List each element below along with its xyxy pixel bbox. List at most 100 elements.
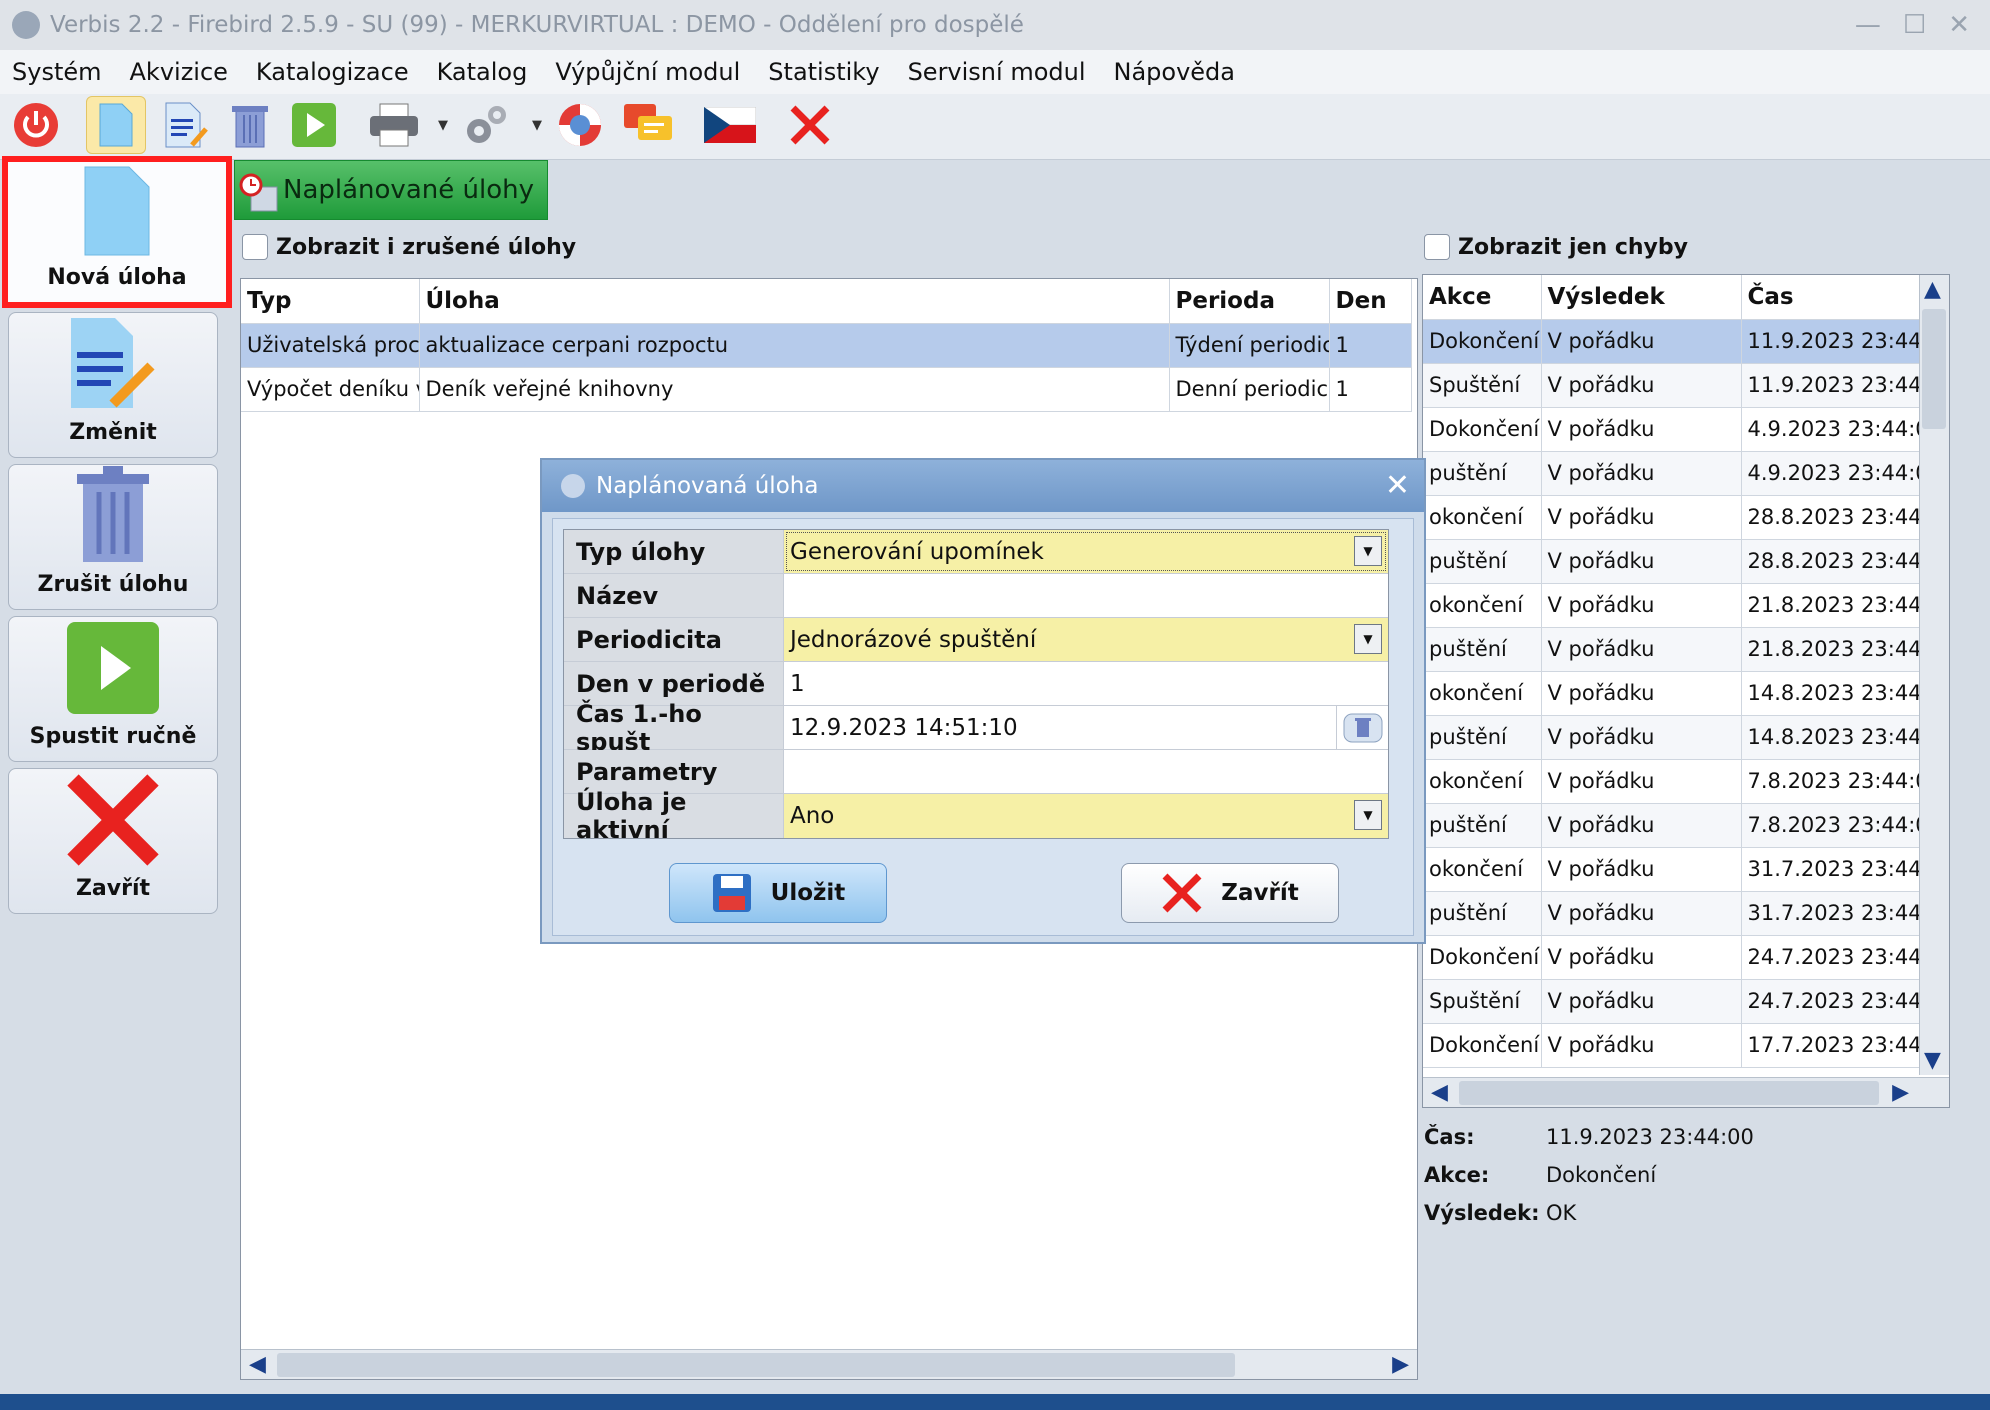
scroll-right-icon[interactable]: ▶	[1892, 1080, 1909, 1105]
table-cell: 24.7.2023 23:44:	[1741, 979, 1920, 1024]
run-task-toolbar-button[interactable]	[284, 96, 344, 154]
table-row[interactable]: Dokončení V pořádku 24.7.2023 23:44:	[1423, 935, 1920, 980]
menu-vypujcni-modul[interactable]: Výpůjční modul	[555, 58, 740, 86]
scroll-left-icon[interactable]: ◀	[1431, 1080, 1448, 1105]
new-task-toolbar-button[interactable]	[86, 96, 146, 154]
active-value: Ano	[790, 803, 835, 829]
settings-button[interactable]	[456, 96, 516, 154]
help-button[interactable]	[550, 96, 610, 154]
day-in-period-field[interactable]: 1	[784, 662, 1388, 705]
table-cell: 28.8.2023 23:44:	[1741, 495, 1920, 540]
table-row[interactable]: okončení V pořádku 31.7.2023 23:44:	[1423, 847, 1920, 892]
clear-time-button[interactable]	[1336, 706, 1388, 749]
checkbox-box[interactable]	[242, 234, 268, 260]
scroll-right-icon[interactable]: ▶	[1392, 1352, 1409, 1377]
checkbox-box[interactable]	[1424, 234, 1450, 260]
power-button[interactable]	[6, 96, 66, 154]
table-row[interactable]: okončení V pořádku 21.8.2023 23:44:	[1423, 583, 1920, 628]
chevron-down-icon[interactable]: ▼	[1354, 536, 1382, 566]
menu-system[interactable]: Systém	[12, 58, 102, 86]
table-row[interactable]: puštění V pořádku 21.8.2023 23:44:	[1423, 627, 1920, 672]
col-header-vysledek[interactable]: Výsledek	[1541, 275, 1742, 320]
table-cell: puštění	[1423, 891, 1542, 936]
chevron-down-icon[interactable]: ▼	[1354, 624, 1382, 654]
name-field[interactable]	[784, 574, 1388, 617]
table-cell: 7.8.2023 23:44:0	[1741, 803, 1920, 848]
first-run-field[interactable]: 12.9.2023 14:51:10	[784, 706, 1388, 749]
scroll-down-icon[interactable]: ▼	[1924, 1048, 1941, 1073]
periodicity-select[interactable]: Jednorázové spuštění ▼	[784, 618, 1388, 661]
menu-katalogizace[interactable]: Katalogizace	[256, 58, 409, 86]
gear-icon	[467, 106, 506, 143]
table-row[interactable]: puštění V pořádku 7.8.2023 23:44:0	[1423, 803, 1920, 848]
settings-dropdown-icon[interactable]: ▼	[528, 96, 546, 154]
table-row[interactable]: Dokončení V pořádku 11.9.2023 23:44:	[1423, 319, 1920, 364]
menu-katalog[interactable]: Katalog	[437, 58, 528, 86]
table-row[interactable]: okončení V pořádku 14.8.2023 23:44:	[1423, 671, 1920, 716]
scroll-up-icon[interactable]: ▲	[1924, 277, 1941, 302]
minimize-icon[interactable]: —	[1855, 10, 1881, 40]
menu-napoveda[interactable]: Nápověda	[1114, 58, 1236, 86]
col-header-typ[interactable]: Typ	[241, 279, 420, 324]
scroll-left-icon[interactable]: ◀	[249, 1352, 266, 1377]
language-button[interactable]	[700, 96, 760, 154]
cancel-task-label: Zrušit úlohu	[37, 572, 189, 597]
col-header-uloha[interactable]: Úloha	[419, 279, 1170, 324]
active-select[interactable]: Ano ▼	[784, 794, 1388, 838]
close-toolbar-button[interactable]	[780, 96, 840, 154]
dialog-close-icon[interactable]: ✕	[1385, 468, 1410, 503]
delete-task-toolbar-button[interactable]	[220, 96, 280, 154]
show-cancelled-checkbox[interactable]: Zobrazit i zrušené úlohy	[242, 234, 576, 260]
menu-servisni-modul[interactable]: Servisní modul	[908, 58, 1086, 86]
table-row[interactable]: Spuštění V pořádku 24.7.2023 23:44:	[1423, 979, 1920, 1024]
log-horizontal-scrollbar[interactable]: ◀ ▶	[1423, 1077, 1949, 1107]
tasks-horizontal-scrollbar[interactable]: ◀ ▶	[241, 1349, 1417, 1379]
print-dropdown-icon[interactable]: ▼	[434, 96, 452, 154]
dialog-title-bar[interactable]: Naplánovaná úloha	[542, 460, 1424, 512]
window-close-icon[interactable]: ✕	[1948, 10, 1970, 40]
run-manually-button[interactable]: Spustit ručně	[8, 616, 218, 762]
col-header-den[interactable]: Den	[1329, 279, 1412, 324]
chevron-down-icon[interactable]: ▼	[1354, 800, 1382, 830]
detail-vysledek-label: Výsledek:	[1424, 1201, 1540, 1225]
table-row[interactable]: puštění V pořádku 31.7.2023 23:44:	[1423, 891, 1920, 936]
task-type-value: Generování upomínek	[790, 538, 1044, 565]
tab-scheduled-tasks[interactable]: Naplánované úlohy	[234, 160, 548, 220]
close-label: Zavřít	[75, 876, 151, 901]
scroll-thumb[interactable]	[1459, 1081, 1879, 1105]
edit-task-button[interactable]: Změnit	[8, 312, 218, 458]
table-row[interactable]: Dokončení V pořádku 17.7.2023 23:44:	[1423, 1023, 1920, 1068]
close-button[interactable]: Zavřít	[8, 768, 218, 914]
table-row[interactable]: puštění V pořádku 14.8.2023 23:44:	[1423, 715, 1920, 760]
cancel-task-button[interactable]: Zrušit úlohu	[8, 464, 218, 610]
dialog-close-button[interactable]: Zavřít	[1121, 863, 1339, 923]
scroll-thumb[interactable]	[277, 1353, 1235, 1377]
menu-statistiky[interactable]: Statistiky	[768, 58, 879, 86]
parameters-field[interactable]	[784, 750, 1388, 793]
first-run-label: Čas 1.-ho spušt	[564, 700, 784, 756]
col-header-akce[interactable]: Akce	[1423, 275, 1542, 320]
col-header-perioda[interactable]: Perioda	[1169, 279, 1330, 324]
messages-button[interactable]	[618, 96, 678, 154]
table-row[interactable]: Výpočet deníku ve Deník veřejné knihovny…	[241, 367, 1412, 412]
table-row[interactable]: puštění V pořádku 4.9.2023 23:44:0	[1423, 451, 1920, 496]
edit-task-toolbar-button[interactable]	[156, 96, 216, 154]
task-type-select[interactable]: Generování upomínek ▼	[784, 530, 1388, 573]
table-row[interactable]: Dokončení V pořádku 4.9.2023 23:44:0	[1423, 407, 1920, 452]
only-errors-checkbox[interactable]: Zobrazit jen chyby	[1424, 234, 1688, 260]
table-row[interactable]: okončení V pořádku 7.8.2023 23:44:0	[1423, 759, 1920, 804]
maximize-icon[interactable]: ☐	[1903, 10, 1926, 40]
table-row[interactable]: puštění V pořádku 28.8.2023 23:44:	[1423, 539, 1920, 584]
table-row[interactable]: Spuštění V pořádku 11.9.2023 23:44:	[1423, 363, 1920, 408]
table-cell: Uživatelská proce	[241, 323, 420, 368]
col-header-cas[interactable]: Čas	[1741, 275, 1920, 320]
menu-akvizice[interactable]: Akvizice	[130, 58, 228, 86]
log-vertical-scrollbar[interactable]: ▲ ▼	[1919, 275, 1949, 1075]
table-cell: okončení	[1423, 759, 1542, 804]
save-button[interactable]: Uložit	[669, 863, 887, 923]
table-row[interactable]: okončení V pořádku 28.8.2023 23:44:	[1423, 495, 1920, 540]
print-button[interactable]	[364, 96, 424, 154]
scroll-thumb[interactable]	[1922, 309, 1946, 429]
new-task-button[interactable]: Nová úloha	[2, 156, 232, 308]
table-row[interactable]: Uživatelská proce aktualizace cerpani ro…	[241, 323, 1412, 368]
